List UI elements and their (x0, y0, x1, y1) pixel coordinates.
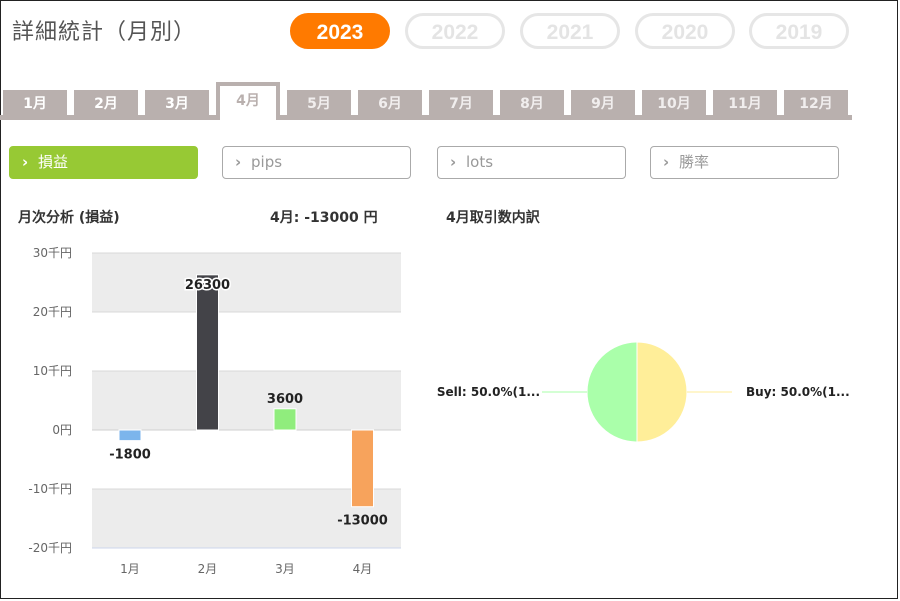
bar-2 (196, 274, 219, 431)
month-tab-2[interactable]: 2月 (74, 90, 138, 116)
month-tab-12[interactable]: 12月 (784, 90, 848, 116)
y-tick-label: 30千円 (33, 246, 72, 260)
month-tab-8[interactable]: 8月 (500, 90, 564, 116)
y-tick-label: -10千円 (28, 482, 72, 496)
metric-button-label: 勝率 (679, 153, 710, 171)
year-tab-2020[interactable]: 2020 (635, 13, 735, 49)
x-tick-label: 1月 (120, 562, 140, 576)
y-tick-label: -20千円 (28, 541, 72, 555)
page-title: 詳細統計（月別） (12, 20, 197, 45)
bar-data-label: -13000 (337, 514, 388, 529)
chevron-right-icon: › (450, 153, 457, 171)
chevron-right-icon: › (22, 153, 29, 171)
bar-4 (351, 429, 374, 508)
month-tab-4[interactable]: 4月 (216, 82, 280, 120)
bar-3 (273, 408, 297, 431)
x-tick-label: 3月 (275, 562, 295, 576)
month-tab-3[interactable]: 3月 (145, 90, 209, 116)
chart-title: 月次分析 (損益) (18, 210, 120, 226)
month-tab-7[interactable]: 7月 (429, 90, 493, 116)
metric-button-win-rate[interactable]: › 勝率 (650, 146, 839, 179)
month-tab-10[interactable]: 10月 (642, 90, 706, 116)
year-tab-2022[interactable]: 2022 (405, 13, 505, 49)
pie-label-sell: Sell: 50.0%(1... (437, 385, 540, 399)
y-tick-label: 0円 (52, 423, 72, 437)
month-tab-11[interactable]: 11月 (713, 90, 777, 116)
bar-data-label: -1800 (109, 448, 151, 463)
pie-label-buy: Buy: 50.0%(1... (746, 385, 850, 399)
chevron-right-icon: › (663, 153, 670, 171)
month-tab-6[interactable]: 6月 (358, 90, 422, 116)
metric-button-lots[interactable]: › lots (437, 146, 626, 179)
year-tab-2021[interactable]: 2021 (520, 13, 620, 49)
bar-data-label: 3600 (267, 392, 303, 407)
x-tick-label: 2月 (198, 562, 218, 576)
plot-band (92, 371, 401, 430)
chevron-right-icon: › (235, 153, 242, 171)
metric-button-pips[interactable]: › pips (222, 146, 411, 179)
plot-band (92, 253, 401, 312)
pie-slice-buy (636, 341, 688, 443)
month-tab-1[interactable]: 1月 (3, 90, 67, 116)
pie-slice-sell (586, 341, 638, 443)
current-month-total: 4月: -13000 円 (270, 210, 378, 226)
y-tick-label: 10千円 (33, 364, 72, 378)
metric-button-label: lots (466, 153, 494, 171)
bar-data-label: 26300 (185, 278, 230, 293)
year-tab-2023[interactable]: 2023 (290, 13, 390, 49)
metric-button-label: 損益 (38, 153, 69, 171)
x-tick-label: 4月 (353, 562, 373, 576)
year-tab-2019[interactable]: 2019 (749, 13, 849, 49)
month-tab-9[interactable]: 9月 (571, 90, 635, 116)
trade-breakdown-pie-chart: Sell: 50.0%(1... Buy: 50.0%(1... (437, 341, 850, 443)
pie-title: 4月取引数内訳 (446, 210, 540, 226)
metric-button-profit[interactable]: › 損益 (9, 146, 198, 179)
bar-1 (118, 429, 142, 442)
monthly-bar-chart: 30千円 20千円 10千円 0円 -10千円 -20千円 -1800 1月 26300 2月 36… (28, 246, 401, 576)
y-tick-label: 20千円 (33, 305, 72, 319)
metric-button-label: pips (251, 153, 283, 171)
month-tab-5[interactable]: 5月 (287, 90, 351, 116)
